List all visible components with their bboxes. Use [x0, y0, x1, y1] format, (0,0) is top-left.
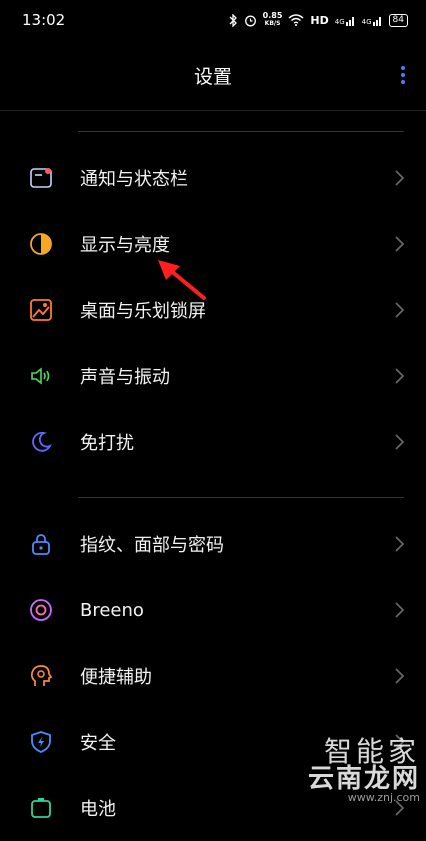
- settings-item-label: 声音与振动: [80, 367, 170, 388]
- status-bar: 13:02 0.85 KB/S HD 4G 4G 84: [0, 0, 426, 40]
- settings-item-label: Breeno: [80, 599, 144, 621]
- settings-item-label: 通知与状态栏: [80, 169, 188, 190]
- settings-item-dnd[interactable]: 免打扰: [0, 409, 426, 475]
- breeno-icon: [28, 597, 54, 623]
- chevron-right-icon: [395, 602, 405, 618]
- watermark-url: www.znj.com: [347, 791, 420, 804]
- settings-item-label: 显示与亮度: [80, 235, 170, 256]
- settings-item-label: 指纹、面部与密码: [80, 535, 224, 556]
- bluetooth-icon: [229, 13, 237, 27]
- watermark-line-2: 云南龙网: [307, 764, 420, 794]
- chevron-right-icon: [395, 170, 405, 186]
- settings-item-notifications[interactable]: 通知与状态栏: [0, 145, 426, 211]
- page-title: 设置: [193, 65, 232, 88]
- security-icon: [28, 729, 54, 755]
- settings-item-breeno[interactable]: Breeno: [0, 577, 426, 643]
- sound-icon: [28, 363, 54, 389]
- signal-1: 4G: [335, 15, 356, 26]
- settings-item-label: 安全: [80, 733, 116, 754]
- chevron-right-icon: [395, 668, 405, 684]
- watermark: 智能家 云南龙网 www.znj.com: [307, 735, 420, 804]
- settings-item-security-lock[interactable]: 指纹、面部与密码: [0, 511, 426, 577]
- battery-indicator: 84: [388, 13, 408, 27]
- wallpaper-icon: [28, 297, 54, 323]
- settings-item-desktop[interactable]: 桌面与乐划锁屏: [0, 277, 426, 343]
- signal-icon: [345, 16, 354, 26]
- hd-label: HD: [310, 13, 329, 27]
- settings-item-assist[interactable]: 便捷辅助: [0, 643, 426, 709]
- header: 设置: [0, 40, 426, 111]
- alarm-icon: [244, 15, 256, 26]
- more-icon: [401, 66, 405, 70]
- signal-icon: [372, 16, 381, 26]
- brightness-icon: [28, 231, 54, 257]
- chevron-right-icon: [395, 536, 405, 552]
- chevron-right-icon: [395, 434, 405, 450]
- watermark-line-1: 智能家: [323, 735, 420, 768]
- lock-icon: [28, 531, 54, 557]
- settings-item-label: 电池: [80, 799, 116, 820]
- net-speed: 0.85 KB/S: [262, 11, 283, 28]
- settings-item-sound[interactable]: 声音与振动: [0, 343, 426, 409]
- battery-icon: [28, 795, 54, 821]
- assist-icon: [28, 663, 54, 689]
- divider: [78, 497, 404, 498]
- moon-icon: [28, 429, 54, 455]
- status-icons: 0.85 KB/S HD 4G 4G 84: [229, 12, 408, 28]
- settings-item-label: 便捷辅助: [80, 667, 152, 688]
- more-options-button[interactable]: [398, 66, 408, 84]
- chevron-right-icon: [395, 302, 405, 318]
- settings-item-label: 免打扰: [80, 433, 134, 454]
- signal-2: 4G: [362, 15, 383, 26]
- settings-item-display[interactable]: 显示与亮度: [0, 211, 426, 277]
- divider: [78, 131, 404, 132]
- chevron-right-icon: [395, 368, 405, 384]
- status-time: 13:02: [22, 11, 66, 29]
- notification-icon: [28, 165, 54, 191]
- chevron-right-icon: [395, 236, 405, 252]
- settings-group-1: 通知与状态栏 显示与亮度 桌面与乐划锁屏 声音与振动 免打扰: [0, 145, 426, 475]
- annotation-arrow-icon: [158, 260, 206, 300]
- wifi-icon: [288, 14, 304, 26]
